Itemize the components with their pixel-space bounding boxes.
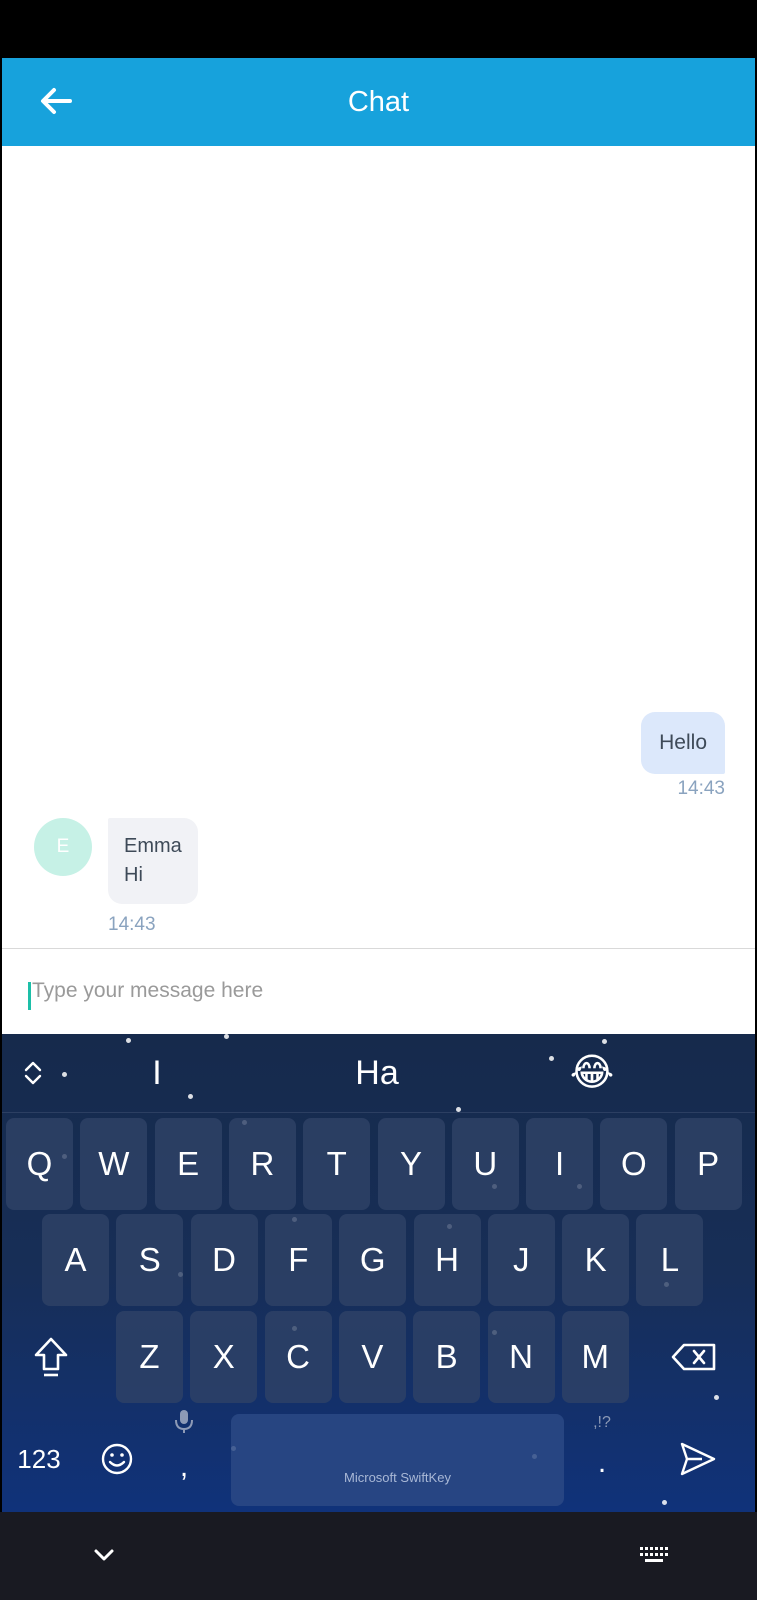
key-p[interactable]: P [674,1118,742,1210]
key-q[interactable]: Q [6,1118,73,1210]
key-w[interactable]: W [80,1118,148,1210]
comma-label: , [179,1450,189,1483]
sender-name: Emma [124,835,182,857]
key-m[interactable]: M [561,1311,629,1403]
comma-key[interactable]: , [162,1408,206,1508]
key-s[interactable]: S [116,1214,184,1306]
keyboard-icon[interactable] [634,1536,674,1576]
key-y[interactable]: Y [377,1118,445,1210]
suggestion-1[interactable]: I [112,1052,202,1094]
suggestion-2[interactable]: Ha [332,1052,422,1094]
emoji-face-icon [101,1443,133,1475]
keyboard: I Ha 😂 QWERTYUIOP ASDFGHJKL ZXCVBNM 123 … [2,1034,755,1512]
key-g[interactable]: G [339,1214,407,1306]
status-bar [0,0,757,58]
period-key[interactable]: ,!? . [577,1408,627,1508]
navigation-bar [0,1512,757,1600]
space-key-label: Microsoft SwiftKey [344,1470,451,1485]
key-i[interactable]: I [526,1118,594,1210]
suggestion-emoji[interactable]: 😂 [547,1052,637,1094]
emoji-key[interactable] [86,1429,148,1489]
shift-icon [34,1337,68,1377]
text-caret [28,982,31,1010]
key-u[interactable]: U [451,1118,519,1210]
key-j[interactable]: J [487,1214,555,1306]
backspace-icon [671,1343,716,1371]
key-x[interactable]: X [190,1311,258,1403]
key-b[interactable]: B [413,1311,481,1403]
backspace-key[interactable] [660,1311,730,1403]
key-h[interactable]: H [413,1214,481,1306]
app-header: Chat [2,58,755,146]
mic-icon [175,1410,193,1433]
numbers-key[interactable]: 123 [8,1429,70,1489]
key-v[interactable]: V [338,1311,406,1403]
key-o[interactable]: O [600,1118,668,1210]
expand-icon[interactable] [20,1058,46,1088]
incoming-message[interactable]: Emma Hi [108,818,198,904]
chat-area[interactable]: Hello 14:43 E Emma Hi 14:43 [2,146,755,948]
key-a[interactable]: A [42,1214,109,1306]
key-k[interactable]: K [562,1214,630,1306]
key-n[interactable]: N [487,1311,555,1403]
avatar[interactable]: E [34,818,92,876]
space-key[interactable]: Microsoft SwiftKey [231,1414,564,1506]
incoming-message-text: Hi [124,864,143,886]
key-d[interactable]: D [190,1214,258,1306]
shift-key[interactable] [16,1311,86,1403]
message-input[interactable] [32,971,722,1011]
period-label: . [597,1446,607,1479]
key-c[interactable]: C [264,1311,332,1403]
key-e[interactable]: E [154,1118,222,1210]
arrow-left-icon [41,88,72,114]
back-button[interactable] [32,78,80,126]
key-z[interactable]: Z [116,1311,183,1403]
key-f[interactable]: F [264,1214,332,1306]
outgoing-message[interactable]: Hello [641,712,725,774]
key-t[interactable]: T [303,1118,371,1210]
incoming-timestamp: 14:43 [108,914,156,935]
key-r[interactable]: R [228,1118,296,1210]
suggestion-bar: I Ha 😂 [2,1034,755,1113]
send-key[interactable] [666,1429,728,1489]
chevron-down-icon[interactable] [84,1536,124,1576]
punctuation-hint: ,!? [593,1414,611,1431]
send-icon [680,1442,716,1476]
page-title: Chat [347,86,410,118]
key-l[interactable]: L [636,1214,704,1306]
message-composer [2,948,755,1035]
outgoing-timestamp: 14:43 [677,778,725,799]
